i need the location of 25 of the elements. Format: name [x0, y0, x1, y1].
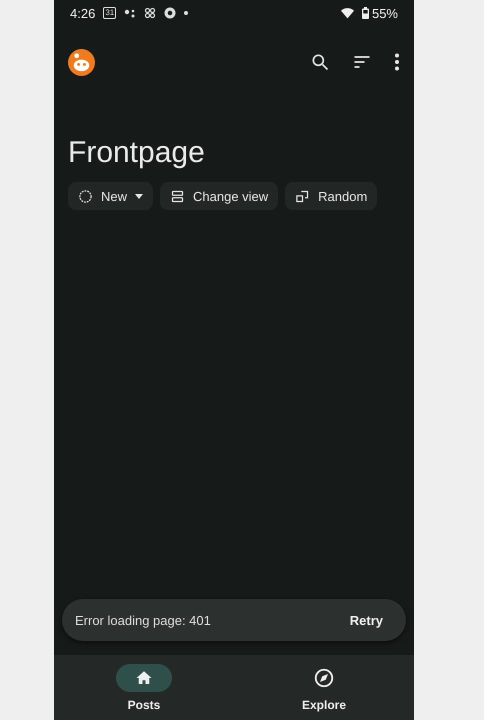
more-icon[interactable] [394, 53, 400, 71]
home-icon [135, 668, 153, 686]
search-icon[interactable] [310, 52, 330, 72]
alien-logo-icon[interactable] [68, 48, 95, 76]
retry-button[interactable]: Retry [344, 612, 389, 628]
dot-icon [184, 11, 188, 15]
wifi-icon [340, 8, 354, 18]
battery-icon [362, 7, 369, 19]
battery-percent: 55% [372, 6, 398, 20]
filter-chip[interactable]: Change view [160, 182, 278, 210]
caret-icon [135, 194, 144, 198]
filter-chip[interactable]: Random [285, 182, 378, 210]
page-title: Frontpage [68, 136, 206, 170]
nav-tab[interactable]: Posts [54, 655, 234, 720]
error-message: Error loading page: 401 [75, 612, 211, 628]
view-icon [170, 188, 186, 204]
dots-icon [124, 8, 136, 18]
compass-icon [313, 666, 335, 688]
fan-icon [144, 7, 156, 19]
filter-chip[interactable]: New [68, 182, 154, 210]
nav-tab[interactable]: Explore [234, 655, 414, 720]
clock: 4:26 [70, 6, 96, 20]
browser-icon [164, 7, 176, 19]
calendar-icon: 31 [103, 7, 116, 19]
shuffle-icon [295, 188, 310, 204]
